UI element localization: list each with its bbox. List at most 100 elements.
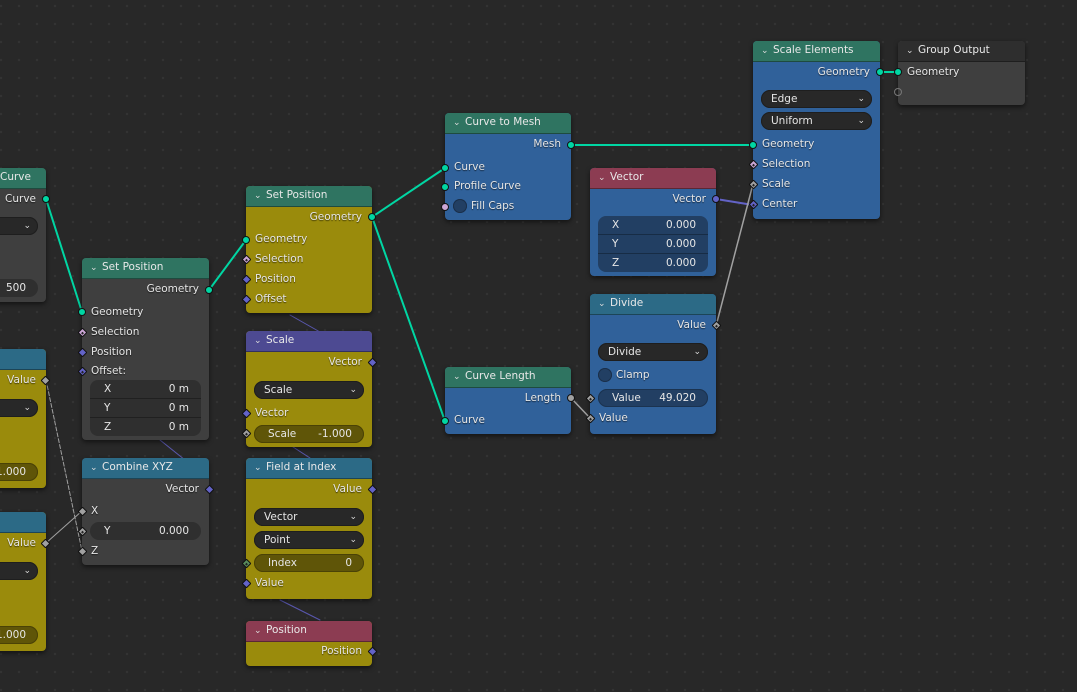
node-header[interactable]: ⌄ Group Output xyxy=(898,41,1025,62)
offset-x-field[interactable]: X0 m xyxy=(90,380,201,399)
node-scale-elements[interactable]: ⌄ Scale Elements Geometry Edge ⌄ Uniform ⌄ … xyxy=(748,41,884,219)
operation-dropdown[interactable]: Divide ⌄ xyxy=(598,343,708,361)
chevron-down-icon: ⌄ xyxy=(349,385,357,395)
socket-geometry-out[interactable] xyxy=(205,286,213,294)
mode-dropdown[interactable]: ⌄ xyxy=(0,217,38,235)
node-header[interactable]: ⌄ Position xyxy=(246,621,372,642)
clamp-checkbox[interactable]: Clamp xyxy=(590,365,716,385)
vector-z-field[interactable]: Z 0.000 xyxy=(598,254,708,272)
output-geometry: Geometry xyxy=(309,211,362,223)
node-curve-length[interactable]: ⌄ Curve Length Length Curve xyxy=(441,367,575,434)
node-combine-xyz[interactable]: ⌄ Combine XYZ Vector X Y 0.000 Z xyxy=(77,458,215,565)
operation-dropdown[interactable]: Scale ⌄ xyxy=(254,381,364,399)
node-header[interactable]: ⌄ Curve Length xyxy=(445,367,571,388)
node-math-b[interactable]: Value ⌄ 1.000 xyxy=(0,512,51,651)
input-value: Value xyxy=(255,577,284,589)
node-title: Field at Index xyxy=(266,461,337,473)
node-divide[interactable]: ⌄ Divide Value Divide ⌄ Clamp Value 49.020 … xyxy=(585,294,722,434)
collapse-icon[interactable]: ⌄ xyxy=(598,295,606,314)
socket-geometry-in[interactable] xyxy=(242,236,250,244)
socket-fill-caps-in[interactable] xyxy=(441,203,449,211)
node-header[interactable]: ⌄ Divide xyxy=(590,294,716,315)
node-field-at-index[interactable]: ⌄ Field at Index Value Vector ⌄ Point ⌄ Ind… xyxy=(241,458,378,599)
socket-geometry-out[interactable] xyxy=(368,213,376,221)
input-center: Center xyxy=(762,198,798,210)
collapse-icon[interactable]: ⌄ xyxy=(453,114,461,133)
collapse-icon[interactable]: ⌄ xyxy=(254,187,262,206)
socket-geometry-in[interactable] xyxy=(749,141,757,149)
node-header[interactable]: ⌄ Set Position xyxy=(246,186,372,207)
node-header[interactable]: ⌄ Scale xyxy=(246,331,372,352)
node-header[interactable]: ⌄ Scale Elements xyxy=(753,41,880,62)
socket-geometry-in[interactable] xyxy=(894,68,902,76)
data-type-dropdown[interactable]: Vector ⌄ xyxy=(254,508,364,526)
socket-vector-out[interactable] xyxy=(712,195,720,203)
collapse-icon[interactable]: ⌄ xyxy=(90,259,98,278)
node-group-output[interactable]: ⌄ Group Output Geometry xyxy=(894,41,1025,105)
node-title: Vector xyxy=(610,171,644,183)
checkbox-icon[interactable] xyxy=(598,368,612,382)
input-selection: Selection xyxy=(762,158,811,170)
socket-curve-in[interactable] xyxy=(441,417,449,425)
operation-dropdown[interactable]: ⌄ xyxy=(0,562,38,580)
vector-x-field[interactable]: X 0.000 xyxy=(598,216,708,235)
checkbox-icon[interactable] xyxy=(453,199,467,213)
scale-mode-dropdown[interactable]: Uniform ⌄ xyxy=(761,112,872,130)
operation-dropdown[interactable]: ⌄ xyxy=(0,399,38,417)
node-position[interactable]: ⌄ Position Position xyxy=(246,621,378,666)
vector-fields[interactable]: X 0.000 Y 0.000 Z 0.000 xyxy=(598,216,708,272)
collapse-icon[interactable]: ⌄ xyxy=(254,332,262,351)
input-curve: Curve xyxy=(454,414,485,426)
offset-z-field[interactable]: Z0 m xyxy=(90,418,201,436)
offset-y-field[interactable]: Y0 m xyxy=(90,399,201,418)
domain-dropdown[interactable]: Point ⌄ xyxy=(254,531,364,549)
node-header[interactable]: ⌄ Curve to Mesh xyxy=(445,113,571,134)
index-field[interactable]: Index 0 xyxy=(254,554,364,572)
node-curve-primitive[interactable]: Curve Curve ⌄ 500 xyxy=(0,168,50,302)
vector-y-field[interactable]: Y 0.000 xyxy=(598,235,708,254)
resolution-field[interactable]: 500 xyxy=(0,279,38,297)
output-vector: Vector xyxy=(328,356,362,368)
node-header[interactable] xyxy=(0,512,46,533)
node-scale[interactable]: ⌄ Scale Vector Scale ⌄ Vector Scale -1.000 xyxy=(241,331,378,447)
node-set-position-2[interactable]: ⌄ Set Position Geometry Geometry Selectio… xyxy=(241,186,376,313)
collapse-icon[interactable]: ⌄ xyxy=(761,42,769,61)
collapse-icon[interactable]: ⌄ xyxy=(90,459,98,478)
offset-vector-fields[interactable]: X0 m Y0 m Z0 m xyxy=(90,380,201,436)
output-value: Value xyxy=(677,319,706,331)
node-header[interactable]: ⌄ Vector xyxy=(590,168,716,189)
collapse-icon[interactable]: ⌄ xyxy=(598,169,606,188)
collapse-icon[interactable]: ⌄ xyxy=(453,368,461,387)
chevron-down-icon: ⌄ xyxy=(23,221,31,231)
value-field[interactable]: Value 49.020 xyxy=(598,389,708,407)
collapse-icon[interactable]: ⌄ xyxy=(906,42,914,61)
node-header[interactable]: ⌄ Combine XYZ xyxy=(82,458,209,479)
node-title: Curve to Mesh xyxy=(465,116,541,128)
socket-empty-in[interactable] xyxy=(894,88,902,96)
value-field[interactable]: 1.000 xyxy=(0,626,38,644)
domain-dropdown[interactable]: Edge ⌄ xyxy=(761,90,872,108)
node-set-position-1[interactable]: ⌄ Set Position Geometry Geometry Selectio… xyxy=(77,258,213,440)
node-vector[interactable]: ⌄ Vector Vector X 0.000 Y 0.000 Z 0.000 xyxy=(590,168,720,276)
node-header[interactable]: Curve xyxy=(0,168,46,189)
scale-field[interactable]: Scale -1.000 xyxy=(254,425,364,443)
collapse-icon[interactable]: ⌄ xyxy=(254,459,262,478)
node-header[interactable]: ⌄ Field at Index xyxy=(246,458,372,479)
node-math-a[interactable]: Value ⌄ 1.000 xyxy=(0,349,51,488)
value-field[interactable]: 1.000 xyxy=(0,463,38,481)
fill-caps-checkbox[interactable]: Fill Caps xyxy=(445,196,571,216)
socket-geometry-out[interactable] xyxy=(876,68,884,76)
collapse-icon[interactable]: ⌄ xyxy=(254,622,262,641)
node-header[interactable]: ⌄ Set Position xyxy=(82,258,209,279)
socket-profile-curve-in[interactable] xyxy=(441,183,449,191)
node-curve-to-mesh[interactable]: ⌄ Curve to Mesh Mesh Curve Profile Curve … xyxy=(441,113,575,220)
chevron-down-icon: ⌄ xyxy=(693,347,701,357)
socket-curve-out[interactable] xyxy=(42,195,50,203)
input-profile-curve: Profile Curve xyxy=(454,180,521,192)
socket-curve-in[interactable] xyxy=(441,164,449,172)
socket-geometry-in[interactable] xyxy=(78,308,86,316)
socket-mesh-out[interactable] xyxy=(567,141,575,149)
node-header[interactable] xyxy=(0,349,46,370)
socket-length-out[interactable] xyxy=(567,394,575,402)
y-field[interactable]: Y 0.000 xyxy=(90,522,201,540)
